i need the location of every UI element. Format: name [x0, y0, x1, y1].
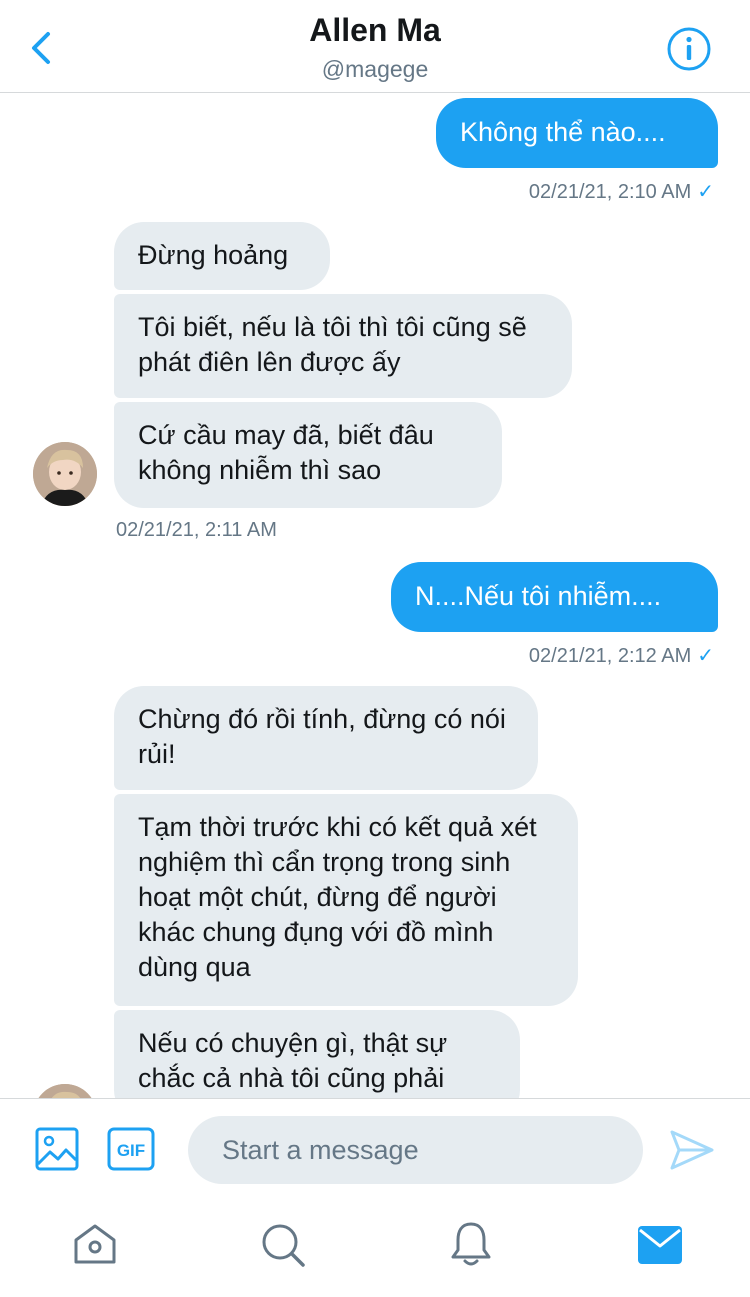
message-bubble-incoming[interactable]: Tôi biết, nếu là tôi thì tôi cũng sẽ phá…: [114, 294, 572, 398]
gif-icon: GIF: [107, 1127, 155, 1171]
message-bubble-incoming[interactable]: Tạm thời trước khi có kết quả xét nghiệm…: [114, 794, 578, 1006]
conversation-title[interactable]: Allen Ma: [0, 12, 750, 49]
avatar-image: [33, 442, 97, 506]
tab-home[interactable]: [72, 1222, 118, 1271]
info-icon: [667, 27, 711, 71]
tab-search[interactable]: [260, 1222, 306, 1273]
message-bubble-outgoing[interactable]: N....Nếu tôi nhiễm....: [391, 562, 718, 632]
avatar[interactable]: [33, 1084, 97, 1099]
message-bubble-incoming[interactable]: Chừng đó rồi tính, đừng có nói rủi!: [114, 686, 538, 790]
message-composer: GIF: [0, 1098, 750, 1199]
conversation-header: Allen Ma @magege: [0, 0, 750, 93]
timestamp-text: 02/21/21, 2:12 AM: [528, 645, 692, 667]
message-timestamp: 02/21/21, 2:12 AM ✓: [529, 643, 714, 668]
message-bubble-incoming[interactable]: Nếu có chuyện gì, thật sự chắc cả nhà tô…: [114, 1010, 520, 1099]
avatar-image: [33, 1084, 97, 1099]
send-icon: [670, 1130, 714, 1170]
tab-notifications[interactable]: [449, 1220, 493, 1273]
avatar[interactable]: [33, 442, 97, 506]
gif-button[interactable]: GIF: [107, 1127, 155, 1176]
message-timestamp: 02/21/21, 2:11 AM: [116, 519, 277, 542]
read-check-icon: ✓: [697, 645, 714, 667]
message-timestamp: 02/21/21, 2:10 AM ✓: [529, 179, 714, 204]
search-icon: [262, 1224, 305, 1267]
conversation-handle[interactable]: @magege: [0, 56, 750, 83]
message-bubble-outgoing[interactable]: Không thể nào....: [436, 98, 718, 168]
send-button[interactable]: [669, 1128, 715, 1177]
info-button[interactable]: [666, 26, 712, 72]
message-bubble-incoming[interactable]: Đừng hoảng: [114, 222, 330, 290]
message-input[interactable]: [188, 1116, 643, 1184]
message-bubble-incoming[interactable]: Cứ cầu may đã, biết đâu không nhiễm thì …: [114, 402, 502, 508]
bottom-tab-bar: [0, 1198, 750, 1297]
bell-icon: [451, 1222, 491, 1266]
read-check-icon: ✓: [697, 181, 714, 203]
gif-label: GIF: [117, 1141, 145, 1160]
tab-messages[interactable]: [638, 1226, 682, 1269]
message-thread[interactable]: Không thể nào.... 02/21/21, 2:10 AM ✓ Đừn…: [0, 92, 750, 1099]
media-button[interactable]: [34, 1126, 80, 1177]
mail-icon: [638, 1226, 682, 1264]
home-icon: [74, 1224, 116, 1264]
timestamp-text: 02/21/21, 2:10 AM: [528, 181, 692, 203]
timestamp-text: 02/21/21, 2:11 AM: [116, 519, 277, 541]
image-icon: [35, 1127, 79, 1171]
